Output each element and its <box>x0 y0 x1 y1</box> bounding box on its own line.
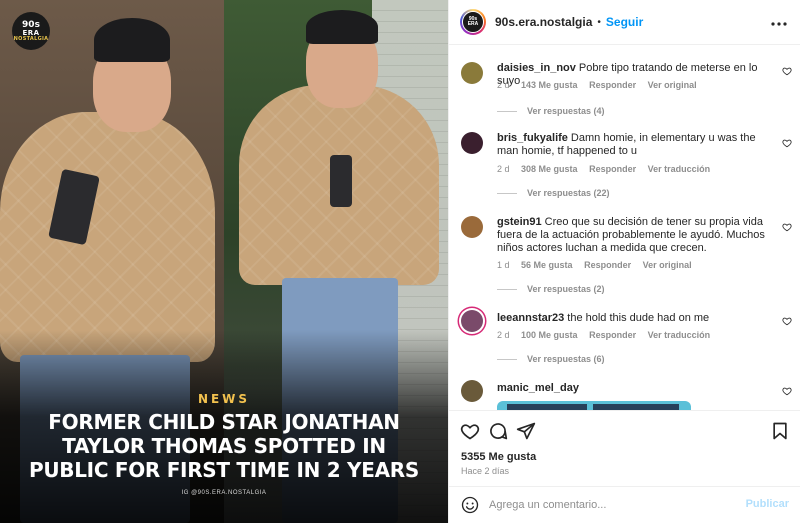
comment-item: bris_fukyalife Damn homie, in elementary … <box>449 130 800 202</box>
news-tag: NEWS <box>197 392 251 406</box>
reply-button[interactable]: Responder <box>589 330 636 340</box>
add-comment-bar: Publicar <box>449 486 800 523</box>
action-bar: 5355 Me gusta Hace 2 días <box>449 410 800 486</box>
view-replies-button[interactable]: Ver respuestas (22) <box>497 188 610 198</box>
comment-username[interactable]: manic_mel_day <box>497 382 579 394</box>
comment-meta: 2 d 143 Me gusta Responder Ver original <box>497 80 706 90</box>
view-replies-button[interactable]: Ver respuestas (4) <box>497 106 605 116</box>
translate-button[interactable]: Ver traducción <box>648 164 711 174</box>
bookmark-icon[interactable] <box>770 421 790 441</box>
comment-item: daisies_in_nov Pobre tipo tratando de met… <box>449 60 800 120</box>
translate-button[interactable]: Ver original <box>648 80 697 90</box>
headline: FORMER CHILD STAR JONATHAN TAYLOR THOMAS… <box>0 410 448 482</box>
comment-meta: 2 d 100 Me gusta Responder Ver traducció… <box>497 330 719 340</box>
emoji-icon[interactable] <box>461 496 479 514</box>
replies-divider <box>497 110 517 112</box>
comment-username[interactable]: daisies_in_nov <box>497 62 576 74</box>
comment-like-icon[interactable] <box>782 66 792 76</box>
publish-button[interactable]: Publicar <box>746 498 789 510</box>
post-sidebar: 90s ERA 90s.era.nostalgia • Seguir daisi… <box>448 0 800 523</box>
comment-input[interactable] <box>489 497 739 513</box>
comment-text: gstein91 Creo que su decisión de tener su… <box>497 216 771 255</box>
comment-username[interactable]: bris_fukyalife <box>497 132 568 144</box>
view-replies-button[interactable]: Ver respuestas (2) <box>497 284 605 294</box>
translate-button[interactable]: Ver traducción <box>648 330 711 340</box>
replies-divider <box>497 288 517 290</box>
comment-time: 2 d <box>497 164 510 174</box>
author-avatar[interactable]: 90s ERA <box>460 9 486 35</box>
commenter-avatar[interactable] <box>461 216 483 238</box>
author-avatar-text: 90s ERA <box>462 11 484 33</box>
view-replies-button[interactable]: Ver respuestas (6) <box>497 354 605 364</box>
comment-like-icon[interactable] <box>782 138 792 148</box>
comment-content: the hold this dude had on me <box>567 312 710 324</box>
comment-time: 2 d <box>497 330 510 340</box>
commenter-avatar[interactable] <box>461 380 483 402</box>
post-header: 90s ERA 90s.era.nostalgia • Seguir <box>449 0 800 45</box>
comment-username[interactable]: gstein91 <box>497 216 542 228</box>
comment-like-icon[interactable] <box>782 386 792 396</box>
reply-button[interactable]: Responder <box>589 80 636 90</box>
separator-dot: • <box>597 16 601 28</box>
heart-icon[interactable] <box>460 421 480 441</box>
comment-icon[interactable] <box>488 421 508 441</box>
comment-meta: 1 d 56 Me gusta Responder Ver original <box>497 260 701 270</box>
comment-likes[interactable]: 143 Me gusta <box>521 80 578 90</box>
brand-logo-line-3: NOSTALGIA <box>13 35 49 42</box>
headline-line: PUBLIC FOR FIRST TIME IN 2 YEARS <box>29 458 419 482</box>
comment-media-preview[interactable] <box>497 401 691 410</box>
translate-button[interactable]: Ver original <box>643 260 692 270</box>
comment-time: 1 d <box>497 260 510 270</box>
comment-username[interactable]: leeannstar23 <box>497 312 564 324</box>
post-timestamp: Hace 2 días <box>461 466 510 476</box>
comment-item: gstein91 Creo que su decisión de tener su… <box>449 214 800 302</box>
reply-button[interactable]: Responder <box>589 164 636 174</box>
comment-likes[interactable]: 308 Me gusta <box>521 164 578 174</box>
more-options-icon[interactable] <box>771 14 787 30</box>
follow-button[interactable]: Seguir <box>606 15 643 29</box>
headline-line: FORMER CHILD STAR JONATHAN <box>48 410 400 434</box>
comment-text: manic_mel_day <box>497 382 771 395</box>
view-replies-label: Ver respuestas (4) <box>527 106 605 116</box>
view-replies-label: Ver respuestas (22) <box>527 188 610 198</box>
comment-likes[interactable]: 100 Me gusta <box>521 330 578 340</box>
post-image[interactable]: 90s ERA NOSTALGIA NEWS FORMER CHILD STAR… <box>0 0 448 523</box>
replies-divider <box>497 358 517 360</box>
view-replies-label: Ver respuestas (6) <box>527 354 605 364</box>
brand-logo: 90s ERA NOSTALGIA <box>12 12 50 50</box>
comment-text: bris_fukyalife Damn homie, in elementary … <box>497 132 771 158</box>
comment-time: 2 d <box>497 80 510 90</box>
comment-like-icon[interactable] <box>782 222 792 232</box>
comment-item: leeannstar23 the hold this dude had on me… <box>449 310 800 370</box>
author-username[interactable]: 90s.era.nostalgia <box>495 15 592 29</box>
view-replies-label: Ver respuestas (2) <box>527 284 605 294</box>
comment-meta: 2 d 308 Me gusta Responder Ver traducció… <box>497 164 719 174</box>
commenter-avatar[interactable] <box>461 62 483 84</box>
reply-button[interactable]: Responder <box>584 260 631 270</box>
comment-likes[interactable]: 56 Me gusta <box>521 260 573 270</box>
send-icon[interactable] <box>516 421 536 441</box>
comment-text: leeannstar23 the hold this dude had on me <box>497 312 771 325</box>
comments-list: daisies_in_nov Pobre tipo tratando de met… <box>449 46 800 410</box>
headline-line: TAYLOR THOMAS SPOTTED IN <box>62 434 386 458</box>
comment-like-icon[interactable] <box>782 316 792 326</box>
commenter-avatar[interactable] <box>461 132 483 154</box>
image-credit: IG @90S.ERA.NOSTALGIA <box>181 490 267 496</box>
replies-divider <box>497 192 517 194</box>
likes-count[interactable]: 5355 Me gusta <box>461 451 536 463</box>
commenter-avatar[interactable] <box>461 310 483 332</box>
